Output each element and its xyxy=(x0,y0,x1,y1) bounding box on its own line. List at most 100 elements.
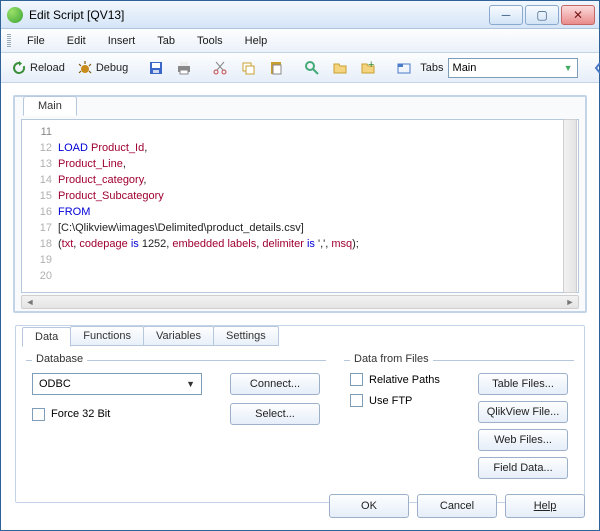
horizontal-scrollbar[interactable]: ◄ ► xyxy=(21,295,579,309)
lower-tabs: Data Functions Variables Settings xyxy=(22,326,574,346)
gutter-line-number: 19 xyxy=(22,252,58,268)
code-content: LOAD Product_Id, xyxy=(58,140,147,156)
lower-panel: Data Functions Variables Settings Databa… xyxy=(15,325,585,503)
select-button[interactable]: Select... xyxy=(230,403,320,425)
help-button[interactable]: Help xyxy=(505,494,585,518)
scroll-left-icon: ◄ xyxy=(24,297,36,307)
menu-edit[interactable]: Edit xyxy=(57,33,96,49)
relative-paths-label: Relative Paths xyxy=(369,374,440,386)
code-line[interactable]: 15 Product_Subcategory xyxy=(22,188,578,204)
code-line[interactable]: 17[C:\Qlikview\images\Delimited\product_… xyxy=(22,220,578,236)
connect-button[interactable]: Connect... xyxy=(230,373,320,395)
code-content: FROM xyxy=(58,204,90,220)
code-line[interactable]: 20 xyxy=(22,268,578,284)
open-folder-button[interactable] xyxy=(328,58,352,78)
scissors-icon xyxy=(212,60,228,76)
search-icon xyxy=(304,60,320,76)
gutter-line-number: 16 xyxy=(22,204,58,220)
tab-settings[interactable]: Settings xyxy=(213,326,279,346)
gutter-line-number: 18 xyxy=(22,236,58,252)
tab-variables[interactable]: Variables xyxy=(143,326,214,346)
include-button[interactable]: + xyxy=(356,58,380,78)
app-icon xyxy=(7,7,23,23)
gutter-line-number: 17 xyxy=(22,220,58,236)
code-line[interactable]: 12LOAD Product_Id, xyxy=(22,140,578,156)
database-group: Database ODBC ▼ Connect... Force 32 Bit … xyxy=(26,360,326,479)
use-ftp-label: Use FTP xyxy=(369,395,412,407)
reload-label: Reload xyxy=(30,62,65,74)
menu-insert[interactable]: Insert xyxy=(98,33,146,49)
scroll-right-icon: ► xyxy=(564,297,576,307)
tab-icon xyxy=(396,60,412,76)
svg-text:+: + xyxy=(368,60,374,71)
tab-data[interactable]: Data xyxy=(22,327,71,347)
menu-tab[interactable]: Tab xyxy=(147,33,185,49)
relative-paths-checkbox[interactable] xyxy=(350,373,363,386)
menu-help[interactable]: Help xyxy=(235,33,278,49)
maximize-button[interactable]: ▢ xyxy=(525,5,559,25)
search-button[interactable] xyxy=(300,58,324,78)
close-button[interactable]: ✕ xyxy=(561,5,595,25)
titlebar[interactable]: Edit Script [QV13] ─ ▢ ✕ xyxy=(1,1,599,29)
editor-tab-main[interactable]: Main xyxy=(23,96,77,116)
database-type-dropdown[interactable]: ODBC ▼ xyxy=(32,373,202,395)
gutter-line-number: 13 xyxy=(22,156,58,172)
database-legend: Database xyxy=(32,353,87,365)
code-line[interactable]: 11 xyxy=(22,124,578,140)
code-line[interactable]: 16FROM xyxy=(22,204,578,220)
cut-button[interactable] xyxy=(208,58,232,78)
toolbar: Reload Debug + Tabs Main ▼ xyxy=(1,53,599,83)
database-type-value: ODBC xyxy=(39,378,71,390)
chevron-down-icon: ▼ xyxy=(564,63,573,73)
code-content: Product_Subcategory xyxy=(58,188,164,204)
minimize-button[interactable]: ─ xyxy=(489,5,523,25)
copy-button[interactable] xyxy=(236,58,260,78)
editor-area: Main 1112LOAD Product_Id,13 Product_Line… xyxy=(1,83,599,325)
print-button[interactable] xyxy=(172,58,196,78)
dialog-buttons: OK Cancel Help xyxy=(329,494,585,518)
code-editor[interactable]: 1112LOAD Product_Id,13 Product_Line,14 P… xyxy=(21,119,579,293)
tab-icon-button[interactable] xyxy=(392,58,416,78)
editor-tab-host: Main xyxy=(23,96,77,116)
edit-script-window: Edit Script [QV13] ─ ▢ ✕ File Edit Inser… xyxy=(0,0,600,531)
tab-functions[interactable]: Functions xyxy=(70,326,144,346)
use-ftp-checkbox[interactable] xyxy=(350,394,363,407)
gutter-line-number: 14 xyxy=(22,172,58,188)
tabs-value: Main xyxy=(453,62,477,74)
paste-button[interactable] xyxy=(264,58,288,78)
debug-label: Debug xyxy=(96,62,128,74)
code-line[interactable]: 18(txt, codepage is 1252, embedded label… xyxy=(22,236,578,252)
tab-prev-button[interactable] xyxy=(590,58,600,78)
reload-button[interactable]: Reload xyxy=(7,58,69,78)
code-line[interactable]: 19 xyxy=(22,252,578,268)
code-content: Product_category, xyxy=(58,172,146,188)
chevron-down-icon: ▼ xyxy=(186,379,195,389)
web-files-button[interactable]: Web Files... xyxy=(478,429,568,451)
bug-icon xyxy=(77,60,93,76)
table-files-button[interactable]: Table Files... xyxy=(478,373,568,395)
debug-button[interactable]: Debug xyxy=(73,58,132,78)
field-data-button[interactable]: Field Data... xyxy=(478,457,568,479)
code-content: [C:\Qlikview\images\Delimited\product_de… xyxy=(58,220,304,236)
qlikview-file-button[interactable]: QlikView File... xyxy=(478,401,568,423)
menu-tools[interactable]: Tools xyxy=(187,33,233,49)
menu-file[interactable]: File xyxy=(17,33,55,49)
force-32bit-label: Force 32 Bit xyxy=(51,408,110,420)
save-icon xyxy=(148,60,164,76)
vertical-scrollbar[interactable] xyxy=(563,119,577,293)
tabs-label: Tabs xyxy=(420,62,443,74)
folder-icon xyxy=(332,60,348,76)
cancel-button[interactable]: Cancel xyxy=(417,494,497,518)
gutter-line-number: 12 xyxy=(22,140,58,156)
print-icon xyxy=(176,60,192,76)
ok-button[interactable]: OK xyxy=(329,494,409,518)
menubar-grip xyxy=(7,34,11,48)
tabs-dropdown[interactable]: Main ▼ xyxy=(448,58,578,78)
save-button[interactable] xyxy=(144,58,168,78)
code-content: Product_Line, xyxy=(58,156,126,172)
force-32bit-checkbox[interactable] xyxy=(32,408,45,421)
paste-icon xyxy=(268,60,284,76)
code-line[interactable]: 14 Product_category, xyxy=(22,172,578,188)
gutter-line-number: 15 xyxy=(22,188,58,204)
code-line[interactable]: 13 Product_Line, xyxy=(22,156,578,172)
